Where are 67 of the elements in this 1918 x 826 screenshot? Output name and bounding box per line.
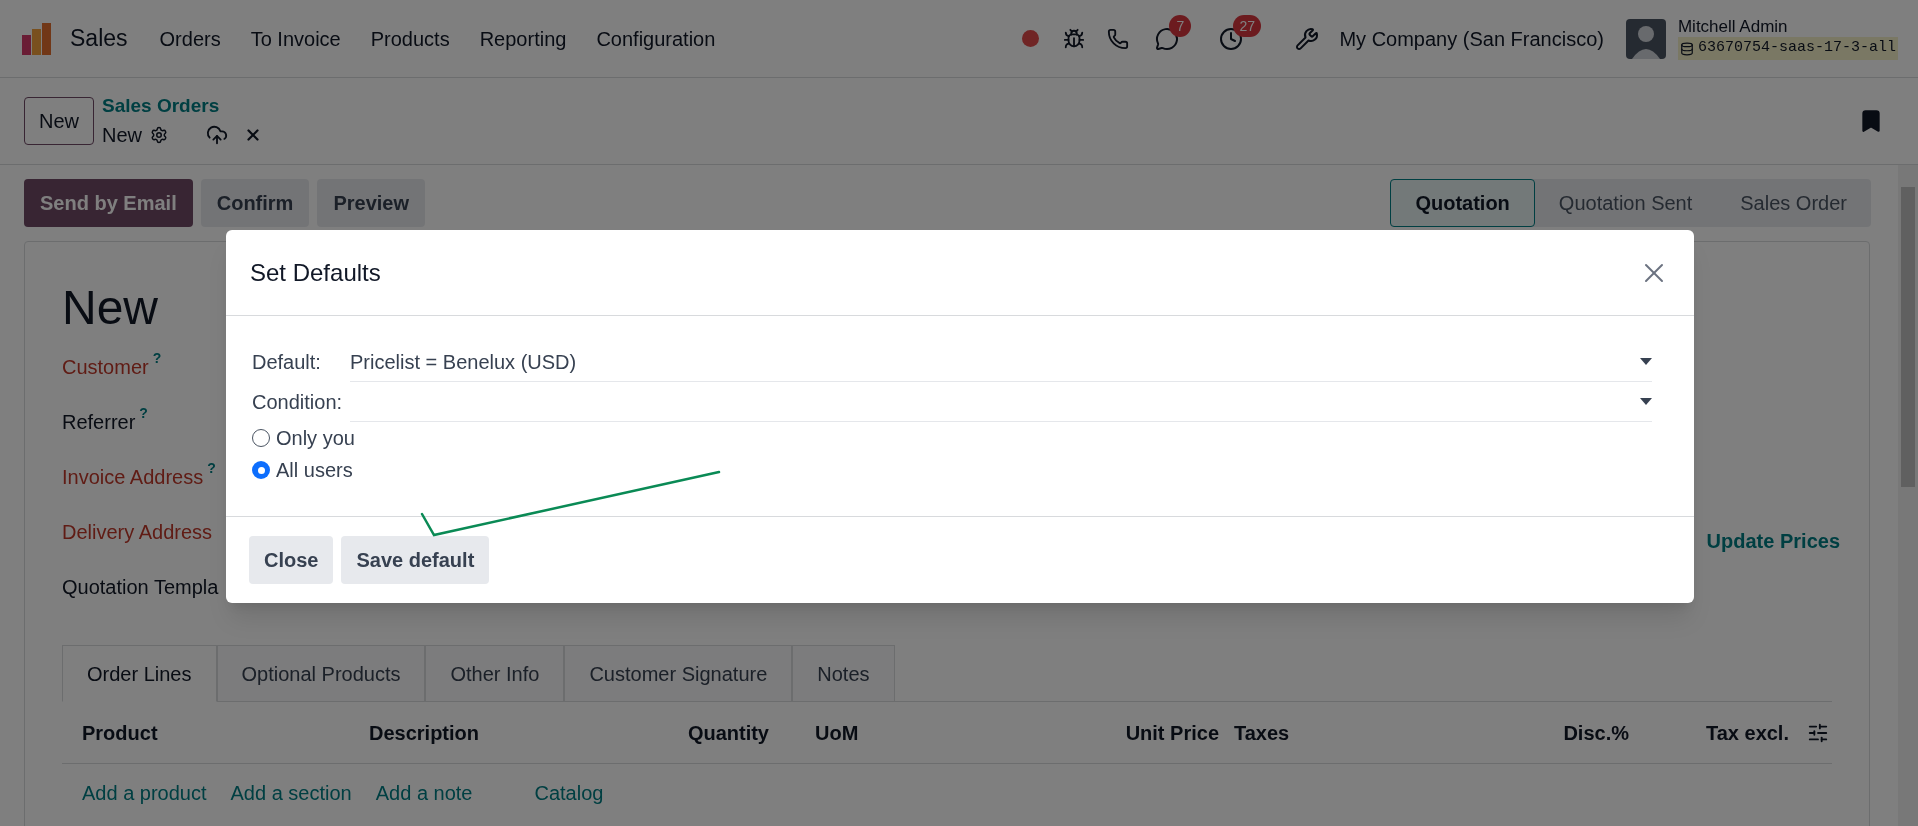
- field-label: Quotation Templa: [62, 575, 219, 600]
- help-mark[interactable]: ?: [207, 458, 216, 479]
- column-settings-icon[interactable]: [1807, 721, 1829, 744]
- column-header[interactable]: Taxes: [1219, 717, 1479, 748]
- field-label: Default:: [252, 350, 322, 375]
- record-title: New: [62, 280, 160, 336]
- bug-icon[interactable]: [1063, 27, 1086, 50]
- database-name: 63670754-saas-17-3-all: [1697, 38, 1896, 59]
- add-line-link[interactable]: Add a product: [82, 778, 207, 808]
- dialog-title: Set Defaults: [250, 257, 381, 288]
- radio-label[interactable]: Only you: [276, 423, 355, 453]
- form-tab[interactable]: Other Info: [425, 645, 565, 702]
- caret-icon: [1640, 398, 1652, 405]
- form-tab[interactable]: Order Lines: [62, 645, 217, 702]
- menu-item[interactable]: Reporting: [479, 23, 567, 54]
- tools-icon[interactable]: [1295, 26, 1320, 51]
- menu-item[interactable]: Configuration: [596, 23, 716, 54]
- column-header[interactable]: Quantity: [619, 717, 769, 748]
- new-button[interactable]: New: [24, 97, 94, 145]
- field-label: Invoice Address: [62, 465, 204, 490]
- column-header[interactable]: Disc.%: [1479, 717, 1629, 748]
- column-header[interactable]: Description: [369, 717, 619, 748]
- column-header[interactable]: Unit Price: [1019, 717, 1219, 748]
- save-icon[interactable]: [206, 124, 229, 147]
- notification-badge: 7: [1169, 14, 1192, 37]
- radio-label[interactable]: All users: [276, 455, 353, 485]
- record-name: New: [102, 123, 143, 149]
- default-select[interactable]: Pricelist = Benelux (USD): [350, 342, 1652, 382]
- update-prices-link[interactable]: Update Prices: [1706, 526, 1840, 554]
- field-label: Customer: [62, 355, 149, 380]
- form-tab[interactable]: Customer Signature: [564, 645, 793, 702]
- add-line-link[interactable]: Catalog: [534, 778, 604, 808]
- help-mark[interactable]: ?: [139, 403, 148, 424]
- field-label: Referrer: [62, 410, 136, 435]
- action-button[interactable]: Preview: [317, 179, 425, 227]
- field-label: Delivery Address: [62, 520, 213, 545]
- dialog-button[interactable]: Close: [249, 536, 334, 584]
- database-icon: [1679, 41, 1694, 56]
- action-button[interactable]: Send by Email: [24, 179, 193, 227]
- dialog-button[interactable]: Save default: [341, 536, 490, 584]
- settings-icon[interactable]: [150, 126, 169, 145]
- user-avatar[interactable]: [1625, 18, 1666, 59]
- scrollbar[interactable]: [1898, 165, 1918, 826]
- notification-badge: 27: [1233, 14, 1261, 37]
- form-tab[interactable]: Optional Products: [216, 645, 426, 702]
- app-name[interactable]: Sales: [70, 21, 128, 56]
- user-name[interactable]: Mitchell Admin: [1677, 17, 1898, 38]
- status-step[interactable]: Quotation: [1390, 179, 1535, 227]
- breadcrumb-link[interactable]: Sales Orders: [102, 91, 263, 121]
- caret-icon: [1640, 358, 1652, 365]
- add-line-link[interactable]: Add a section: [230, 778, 352, 808]
- help-mark[interactable]: ?: [152, 348, 162, 369]
- action-button[interactable]: Confirm: [200, 179, 310, 227]
- status-step[interactable]: Sales Order: [1716, 179, 1871, 227]
- column-header[interactable]: UoM: [769, 717, 1019, 748]
- field-label: Condition:: [252, 390, 344, 415]
- add-line-link[interactable]: Add a note: [375, 778, 473, 808]
- menu-item[interactable]: To Invoice: [250, 23, 341, 54]
- menu-item[interactable]: Orders: [159, 23, 221, 54]
- status-step[interactable]: Quotation Sent: [1534, 179, 1717, 227]
- company-switcher[interactable]: My Company (San Francisco): [1339, 23, 1604, 54]
- column-header[interactable]: Product: [82, 717, 369, 748]
- radio-button[interactable]: [252, 461, 270, 479]
- phone-icon[interactable]: [1107, 27, 1130, 50]
- column-header[interactable]: Tax excl.: [1629, 717, 1789, 748]
- form-tab[interactable]: Notes: [792, 645, 895, 702]
- menu-item[interactable]: Products: [370, 23, 450, 54]
